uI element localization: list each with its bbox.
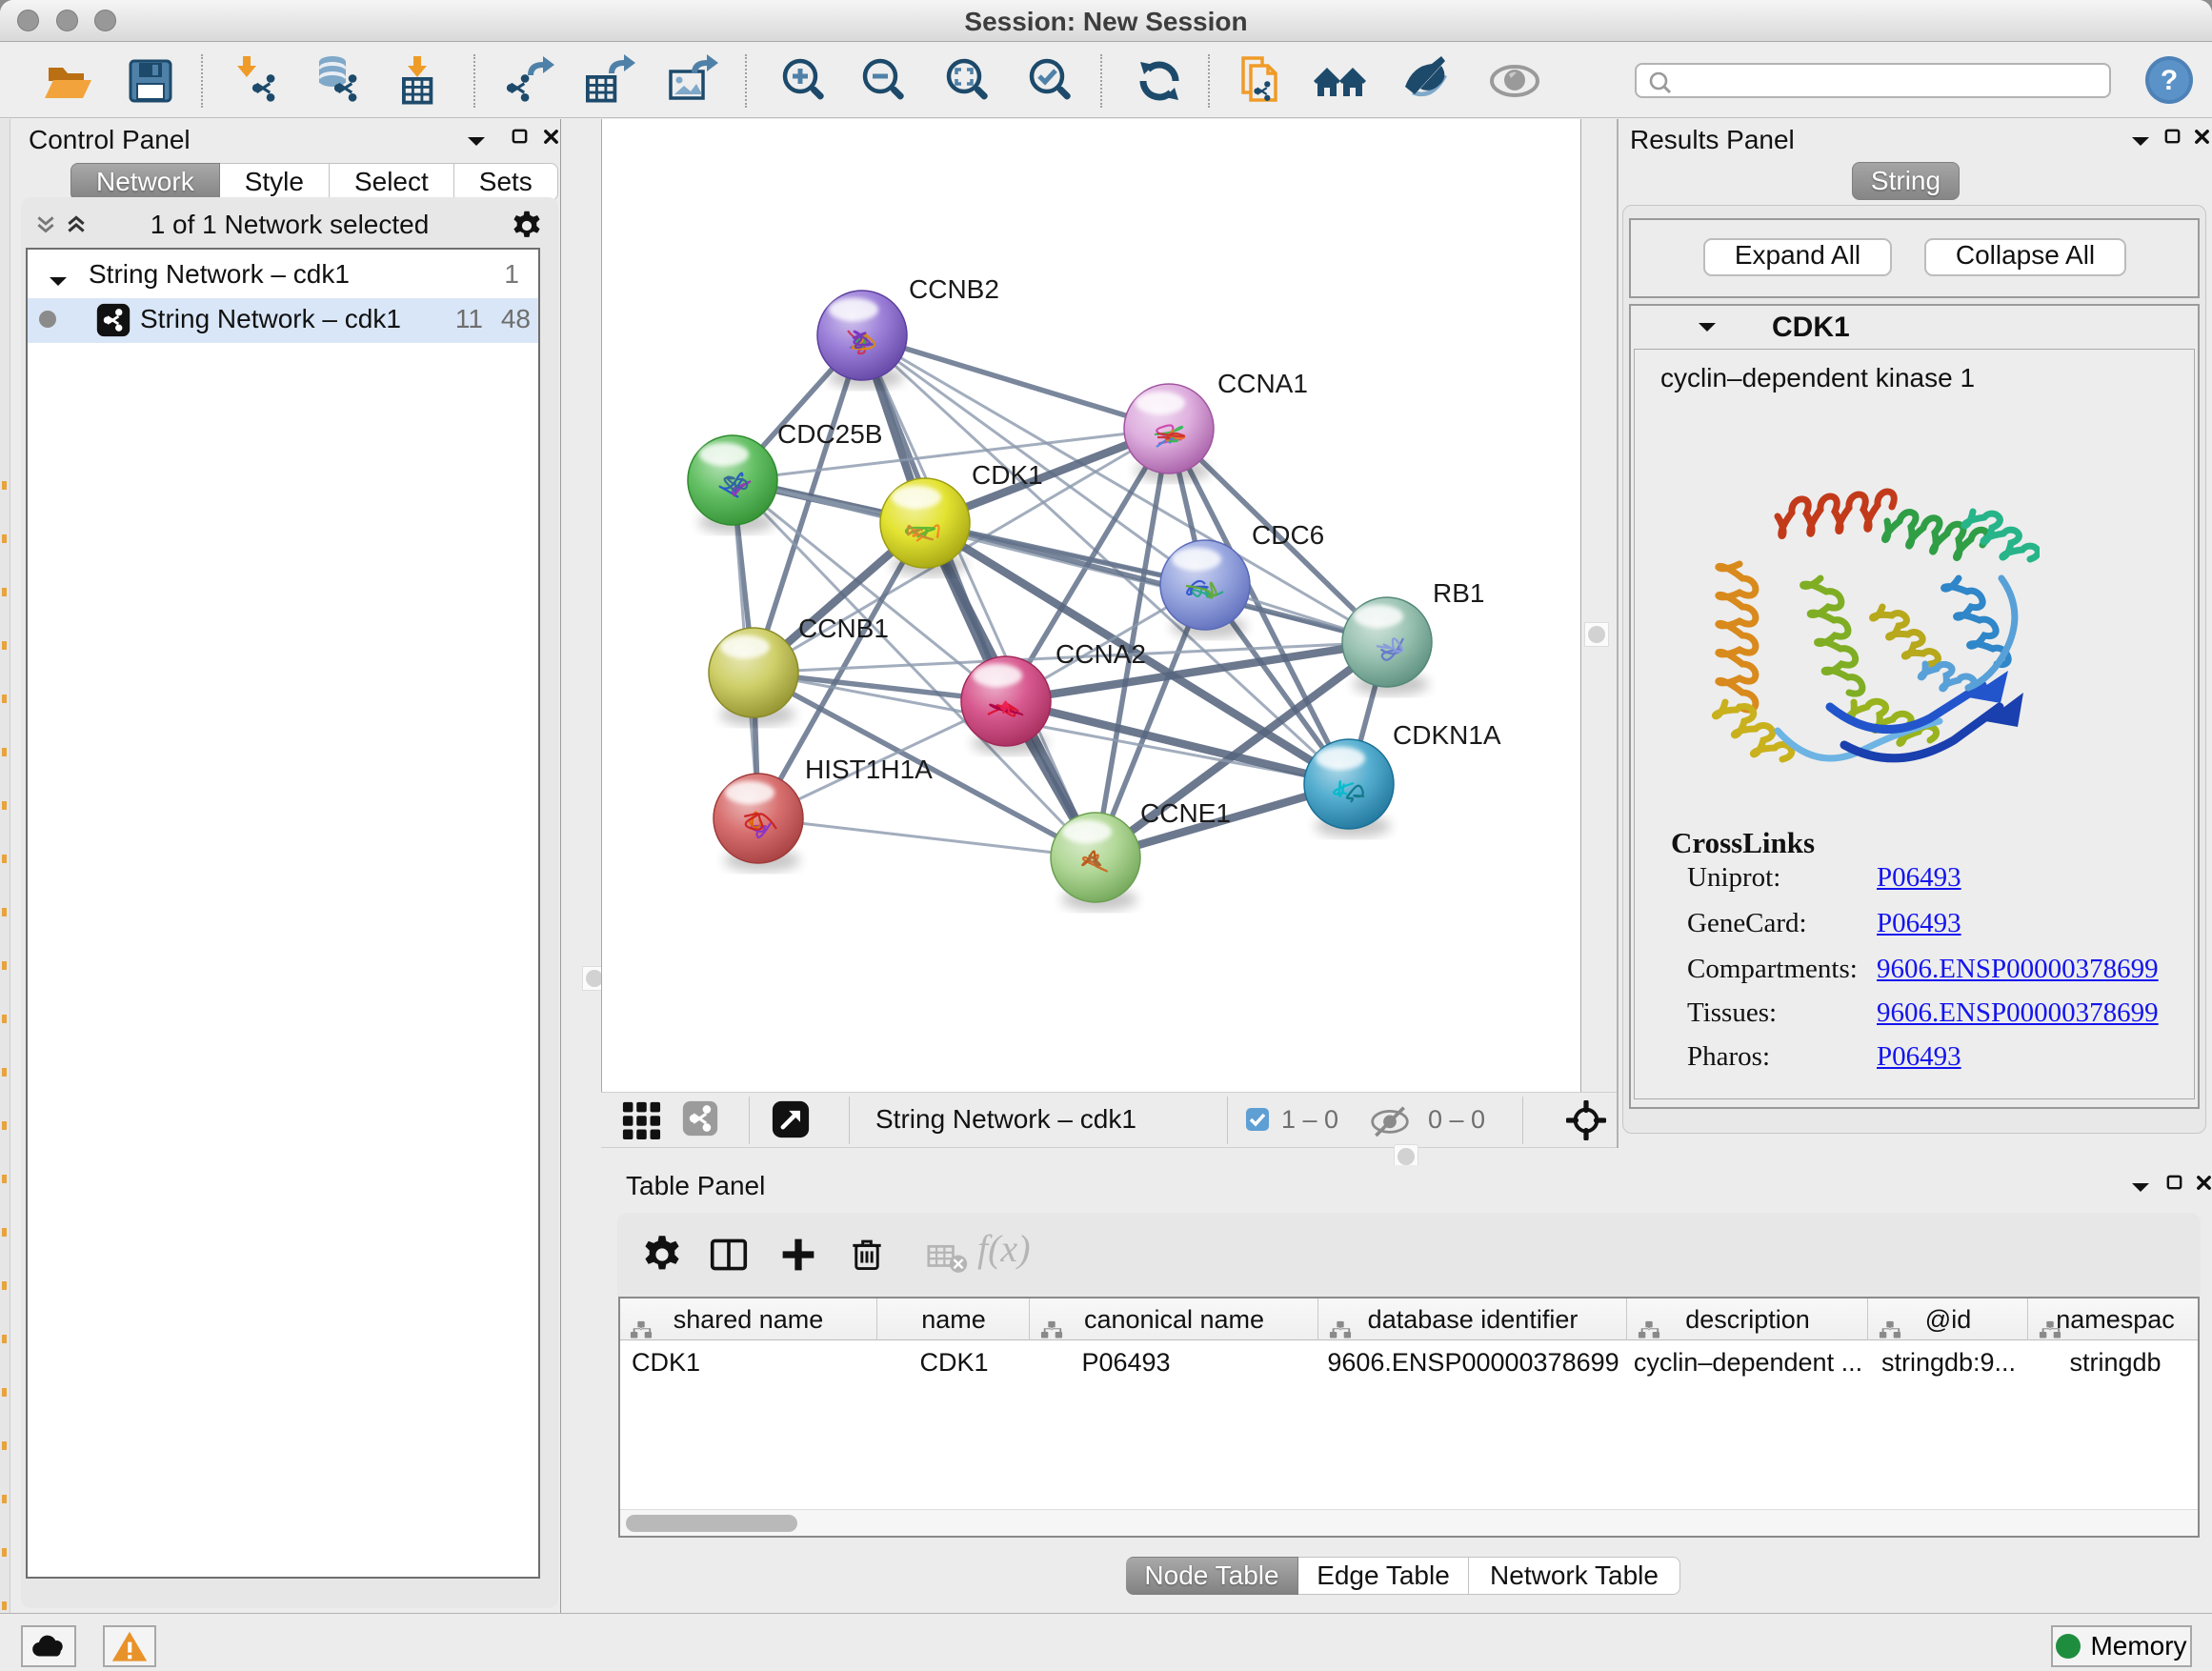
svg-text:CDC6: CDC6 (1252, 520, 1324, 550)
svg-text:CDK1: CDK1 (972, 460, 1043, 490)
svg-text:CCNA1: CCNA1 (1217, 369, 1308, 398)
svg-text:CDKN1A: CDKN1A (1393, 720, 1501, 750)
svg-text:CCNA2: CCNA2 (1056, 639, 1146, 669)
svg-text:RB1: RB1 (1433, 578, 1484, 608)
svg-text:HIST1H1A: HIST1H1A (805, 755, 933, 784)
svg-text:CCNB2: CCNB2 (909, 274, 999, 304)
svg-text:CDC25B: CDC25B (777, 419, 882, 449)
svg-text:CCNE1: CCNE1 (1140, 798, 1231, 828)
svg-text:CCNB1: CCNB1 (798, 614, 889, 643)
svg-text:?: ? (2161, 65, 2178, 96)
